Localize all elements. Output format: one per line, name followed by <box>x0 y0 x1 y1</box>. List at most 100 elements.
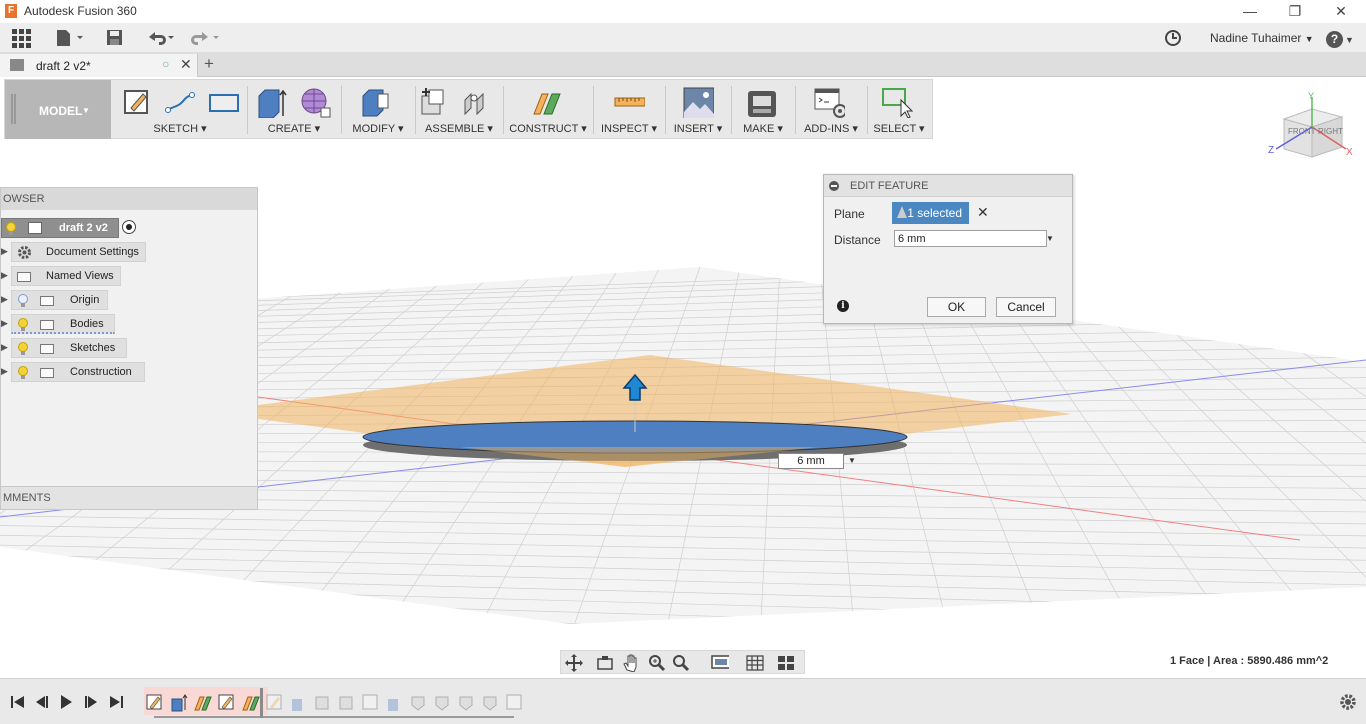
timeline-extrude-icon[interactable] <box>290 694 308 712</box>
step-forward-icon[interactable] <box>83 694 99 710</box>
assemble-menu[interactable]: ASSEMBLE ▾ <box>417 122 501 135</box>
inspect-menu[interactable]: INSPECT ▾ <box>595 122 663 135</box>
dialog-header[interactable]: EDIT FEATURE <box>824 175 1072 197</box>
timeline-sketch-icon[interactable] <box>266 694 284 712</box>
info-icon[interactable]: i <box>837 300 849 312</box>
expand-arrow-icon[interactable]: ▶ <box>1 294 8 305</box>
expand-arrow-icon[interactable]: ▶ <box>1 270 8 281</box>
expand-arrow-icon[interactable]: ▶ <box>1 318 8 329</box>
help-menu[interactable]: ? ▼ <box>1326 28 1356 50</box>
timeline-feature-icon[interactable] <box>434 694 452 712</box>
orbit-icon[interactable] <box>565 654 583 672</box>
sketch-group[interactable]: SKETCH ▾ <box>115 80 248 139</box>
timeline-feature-icon[interactable] <box>338 694 356 712</box>
lightbulb-icon[interactable] <box>18 342 28 356</box>
workspace-switcher[interactable]: MODEL ▼ <box>5 80 111 139</box>
distance-dropdown-icon[interactable]: ▼ <box>1046 234 1054 243</box>
insert-group[interactable]: INSERT ▾ <box>667 80 732 139</box>
add-ins-menu[interactable]: ADD-INS ▾ <box>797 122 865 135</box>
browser-header[interactable]: OWSER <box>1 188 257 210</box>
make-group[interactable]: MAKE ▾ <box>733 80 796 139</box>
redo-icon[interactable] <box>189 29 221 51</box>
job-status-clock-icon[interactable] <box>1164 29 1182 51</box>
rectangle-icon[interactable] <box>207 86 239 118</box>
construct-group[interactable]: CONSTRUCT ▾ <box>505 80 594 139</box>
play-icon[interactable] <box>58 694 74 710</box>
modify-menu[interactable]: MODIFY ▾ <box>343 122 413 135</box>
lightbulb-icon[interactable] <box>6 222 16 236</box>
construct-menu[interactable]: CONSTRUCT ▾ <box>505 122 591 135</box>
display-settings-icon[interactable] <box>711 654 729 672</box>
distance-input[interactable] <box>894 230 1047 247</box>
expand-arrow-icon[interactable]: ▶ <box>1 246 8 257</box>
lightbulb-off-icon[interactable] <box>18 294 28 308</box>
zoom-window-icon[interactable] <box>672 654 690 672</box>
timeline-feature-icon[interactable] <box>458 694 476 712</box>
data-panel-grid-icon[interactable] <box>11 28 31 50</box>
press-pull-icon[interactable] <box>359 86 391 118</box>
timeline-plane-icon[interactable] <box>194 694 212 712</box>
clear-selection-icon[interactable]: ✕ <box>977 204 989 221</box>
timeline-extrude-icon[interactable] <box>170 694 188 712</box>
modify-group[interactable]: MODIFY ▾ <box>343 80 416 139</box>
canvas-distance-dropdown-icon[interactable]: ▼ <box>848 453 860 469</box>
save-icon[interactable] <box>106 29 124 51</box>
sketch-menu[interactable]: SKETCH ▾ <box>115 122 245 135</box>
pan-hand-icon[interactable] <box>622 654 640 672</box>
file-menu-icon[interactable] <box>55 29 85 51</box>
zoom-icon[interactable] <box>648 654 666 672</box>
new-tab-button[interactable]: + <box>204 54 214 74</box>
timeline-marker[interactable] <box>260 688 263 718</box>
line-icon[interactable] <box>163 86 195 118</box>
lightbulb-icon[interactable] <box>18 318 28 332</box>
tab-draft-2[interactable]: draft 2 v2* ○ ✕ <box>0 54 198 77</box>
activate-component-icon[interactable] <box>122 220 136 234</box>
canvas-distance-input[interactable]: 6 mm <box>778 453 844 469</box>
make-menu[interactable]: MAKE ▾ <box>733 122 793 135</box>
close-tab-button[interactable]: ✕ <box>180 56 192 73</box>
create-group[interactable]: CREATE ▾ <box>249 80 342 139</box>
undo-icon[interactable] <box>146 29 178 51</box>
create-menu[interactable]: CREATE ▾ <box>249 122 339 135</box>
inspect-group[interactable]: INSPECT ▾ <box>595 80 666 139</box>
go-to-end-icon[interactable] <box>108 694 124 710</box>
grid-settings-icon[interactable] <box>746 654 764 672</box>
restore-button[interactable]: ❐ <box>1272 0 1318 23</box>
scripts-add-ins-icon[interactable] <box>813 86 845 118</box>
assemble-group[interactable]: ASSEMBLE ▾ <box>417 80 504 139</box>
create-sketch-icon[interactable] <box>121 86 153 118</box>
timeline-feature-icon[interactable] <box>314 694 332 712</box>
comments-panel-header[interactable]: MMENTS <box>0 486 258 510</box>
timeline-plane-icon[interactable] <box>242 694 260 712</box>
step-back-icon[interactable] <box>34 694 50 710</box>
select-icon[interactable] <box>881 86 913 118</box>
plane-selection-button[interactable]: 1 selected <box>892 202 969 224</box>
ok-button[interactable]: OK <box>927 297 986 317</box>
insert-image-icon[interactable] <box>682 86 714 118</box>
root-component[interactable]: draft 2 v2 <box>1 218 119 238</box>
timeline-settings-gear-icon[interactable] <box>1339 693 1357 711</box>
timeline-extrude-icon[interactable] <box>386 694 404 712</box>
extrude-icon[interactable] <box>255 86 287 118</box>
viewports-icon[interactable] <box>777 654 795 672</box>
canvas-viewport[interactable]: MODEL ▼ SKETCH ▾ CREATE ▾ MODIFY ▾ ASSEMB… <box>0 77 1366 678</box>
timeline-feature-icon[interactable] <box>482 694 500 712</box>
lightbulb-icon[interactable] <box>18 366 28 380</box>
offset-plane-icon[interactable] <box>531 86 563 118</box>
view-cube[interactable]: FRONT RIGHT Y X Z <box>1266 91 1356 171</box>
select-group[interactable]: SELECT ▾ <box>869 80 929 139</box>
collapse-dialog-icon[interactable] <box>829 181 839 191</box>
form-sphere-icon[interactable] <box>299 86 331 118</box>
insert-menu[interactable]: INSERT ▾ <box>667 122 729 135</box>
go-to-start-icon[interactable] <box>10 694 26 710</box>
measure-icon[interactable] <box>613 86 645 118</box>
expand-arrow-icon[interactable]: ▶ <box>1 366 8 377</box>
minimize-button[interactable]: — <box>1227 0 1273 23</box>
3d-print-icon[interactable] <box>745 86 777 118</box>
select-menu[interactable]: SELECT ▾ <box>869 122 929 135</box>
expand-arrow-icon[interactable]: ▶ <box>1 342 8 353</box>
user-account-menu[interactable]: Nadine Tuhaimer ▼ <box>1210 31 1314 45</box>
timeline-sketch-icon[interactable] <box>506 694 524 712</box>
close-window-button[interactable]: ✕ <box>1318 0 1364 23</box>
look-at-icon[interactable] <box>596 654 614 672</box>
